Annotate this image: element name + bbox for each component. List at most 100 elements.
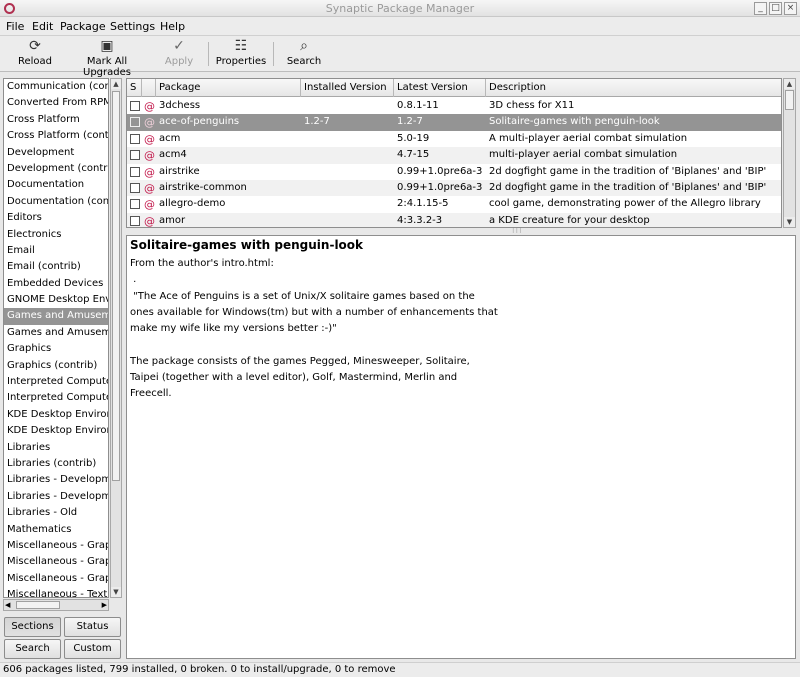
section-item[interactable]: Libraries - Development (contrib) [4, 489, 108, 505]
table-row[interactable]: @ airstrike-common 0.99+1.0pre6a-3 2d do… [127, 180, 781, 197]
splitter-grip-icon[interactable]: ⁝⁝⁝ [512, 226, 523, 235]
section-item[interactable]: Electronics [4, 227, 108, 243]
column-header-status[interactable]: S [127, 79, 142, 97]
menu-settings[interactable]: Settings [110, 20, 155, 33]
status-checkbox[interactable] [130, 117, 140, 128]
table-row[interactable]: @ airstrike 0.99+1.0pre6a-3 2d dogfight … [127, 164, 781, 180]
section-item[interactable]: KDE Desktop Environment [4, 407, 108, 423]
section-item[interactable]: GNOME Desktop Environment [4, 292, 108, 308]
section-item[interactable]: Email (contrib) [4, 259, 108, 275]
section-item[interactable]: Development [4, 145, 108, 161]
column-header-description[interactable]: Description [486, 79, 781, 97]
mark-all-upgrades-label: Mark All Upgrades [83, 56, 131, 78]
status-checkbox[interactable] [130, 199, 140, 210]
table-row[interactable]: @ 3dchess 0.8.1-11 3D chess for X11 [127, 98, 781, 114]
section-item[interactable]: Cross Platform [4, 112, 108, 128]
section-item[interactable]: Interpreted Computer Languages [4, 374, 108, 390]
package-name: airstrike [159, 165, 200, 177]
scroll-up-arrow-icon[interactable]: ▲ [111, 79, 121, 89]
status-checkbox[interactable] [130, 150, 140, 161]
status-checkbox[interactable] [130, 215, 140, 226]
section-item[interactable]: Email [4, 243, 108, 259]
section-item-selected[interactable]: Games and Amusements [4, 308, 108, 325]
status-button[interactable]: Status [64, 617, 121, 637]
maximize-button[interactable]: □ [769, 2, 782, 15]
sections-button[interactable]: Sections [4, 617, 61, 637]
section-item[interactable]: Miscellaneous - Graphical [4, 538, 108, 554]
table-row-selected[interactable]: @ ace-of-penguins 1.2-7 1.2-7 Solitaire-… [127, 114, 781, 131]
table-row[interactable]: @ allegro-demo 2:4.1.15-5 cool game, dem… [127, 196, 781, 212]
mark-all-upgrades-button[interactable]: ▣ Mark All Upgrades [62, 38, 152, 78]
section-item[interactable]: Editors [4, 210, 108, 226]
section-item[interactable]: Embedded Devices [4, 276, 108, 292]
close-button[interactable]: × [784, 2, 797, 15]
status-checkbox[interactable] [130, 133, 140, 144]
properties-button[interactable]: ☷ Properties [215, 38, 267, 70]
menu-package[interactable]: Package [60, 20, 106, 33]
apply-button[interactable]: ✓ Apply [160, 38, 198, 70]
menu-help[interactable]: Help [160, 20, 185, 33]
section-item[interactable]: Documentation (contrib) [4, 194, 108, 210]
table-row[interactable]: @ amor 4:3.3.2-3 a KDE creature for your… [127, 212, 781, 227]
column-header-supported[interactable] [142, 79, 156, 97]
section-item[interactable]: Mathematics [4, 522, 108, 538]
sidebar-vertical-scrollbar[interactable]: ▲ ▼ [110, 78, 122, 598]
description-line: make my wife like my versions better :-)… [130, 323, 337, 335]
search-button[interactable]: ⌕ Search [284, 38, 324, 70]
custom-filter-button[interactable]: Custom [64, 639, 121, 659]
status-checkbox[interactable] [130, 183, 140, 193]
section-item[interactable]: Development (contrib) [4, 161, 108, 177]
sidebar-scroll-thumb[interactable] [112, 91, 120, 481]
sidebar-hscroll-thumb[interactable] [16, 601, 60, 609]
section-item[interactable]: Libraries (contrib) [4, 456, 108, 472]
scroll-down-arrow-icon[interactable]: ▼ [111, 587, 121, 597]
section-item[interactable]: Libraries [4, 440, 108, 456]
section-item[interactable]: Graphics [4, 341, 108, 357]
section-item[interactable]: Miscellaneous - Text Based [4, 587, 108, 597]
package-description: multi-player aerial combat simulation [489, 149, 678, 161]
latest-version: 2:4.1.15-5 [397, 198, 449, 210]
reload-button[interactable]: ⟳ Reload [14, 38, 56, 70]
section-item[interactable]: Documentation [4, 177, 108, 193]
section-item[interactable]: Communication (contrib) [4, 79, 108, 95]
scroll-left-arrow-icon[interactable]: ◀ [5, 600, 10, 610]
section-item[interactable]: Libraries - Development [4, 472, 108, 488]
sections-list[interactable]: Communication (contrib) Converted From R… [3, 78, 109, 598]
section-item[interactable]: Libraries - Old [4, 505, 108, 521]
apply-check-icon: ✓ [173, 38, 185, 54]
column-header-package[interactable]: Package [156, 79, 301, 97]
status-checkbox[interactable] [130, 166, 140, 177]
package-list[interactable]: S Package Installed Version Latest Versi… [126, 78, 782, 228]
section-item[interactable]: Games and Amusements (contrib) [4, 325, 108, 341]
table-row[interactable]: @ acm4 4.7-15 multi-player aerial combat… [127, 147, 781, 164]
scroll-down-arrow-icon[interactable]: ▼ [784, 217, 795, 227]
title-bar: Synaptic Package Manager _ □ × [0, 0, 800, 17]
package-list-scroll-thumb[interactable] [785, 90, 794, 110]
section-item[interactable]: Converted From RPM by Alien [4, 95, 108, 111]
column-header-installed-version[interactable]: Installed Version [301, 79, 394, 97]
status-checkbox[interactable] [130, 101, 140, 111]
section-item[interactable]: Miscellaneous - Graphical (non-free) [4, 571, 108, 587]
section-item[interactable]: Interpreted Computer Languages (contrib) [4, 390, 108, 406]
section-item[interactable]: KDE Desktop Environment (contrib) [4, 423, 108, 439]
menu-file[interactable]: File [6, 20, 24, 33]
description-line: ones available for Windows(tm) but with … [130, 306, 498, 318]
section-item[interactable]: Miscellaneous - Graphical (contrib) [4, 554, 108, 570]
toolbar-separator [208, 42, 209, 66]
installed-version: 1.2-7 [304, 116, 330, 128]
scroll-up-arrow-icon[interactable]: ▲ [784, 79, 795, 89]
sidebar-horizontal-scrollbar[interactable]: ◀ ▶ [3, 599, 109, 611]
section-item[interactable]: Cross Platform (contrib) [4, 128, 108, 144]
menu-edit[interactable]: Edit [32, 20, 53, 33]
minimize-button[interactable]: _ [754, 2, 767, 15]
scroll-right-arrow-icon[interactable]: ▶ [102, 600, 107, 610]
package-description: Solitaire-games with penguin-look [489, 116, 660, 128]
properties-icon: ☷ [234, 38, 248, 54]
search-filter-button[interactable]: Search [4, 639, 61, 659]
section-item[interactable]: Graphics (contrib) [4, 358, 108, 374]
package-list-scrollbar[interactable]: ▲ ▼ [783, 78, 796, 228]
table-row[interactable]: @ acm 5.0-19 A multi-player aerial comba… [127, 131, 781, 147]
column-header-latest-version[interactable]: Latest Version [394, 79, 486, 97]
description-line [130, 337, 792, 353]
latest-version: 0.99+1.0pre6a-3 [397, 182, 483, 193]
